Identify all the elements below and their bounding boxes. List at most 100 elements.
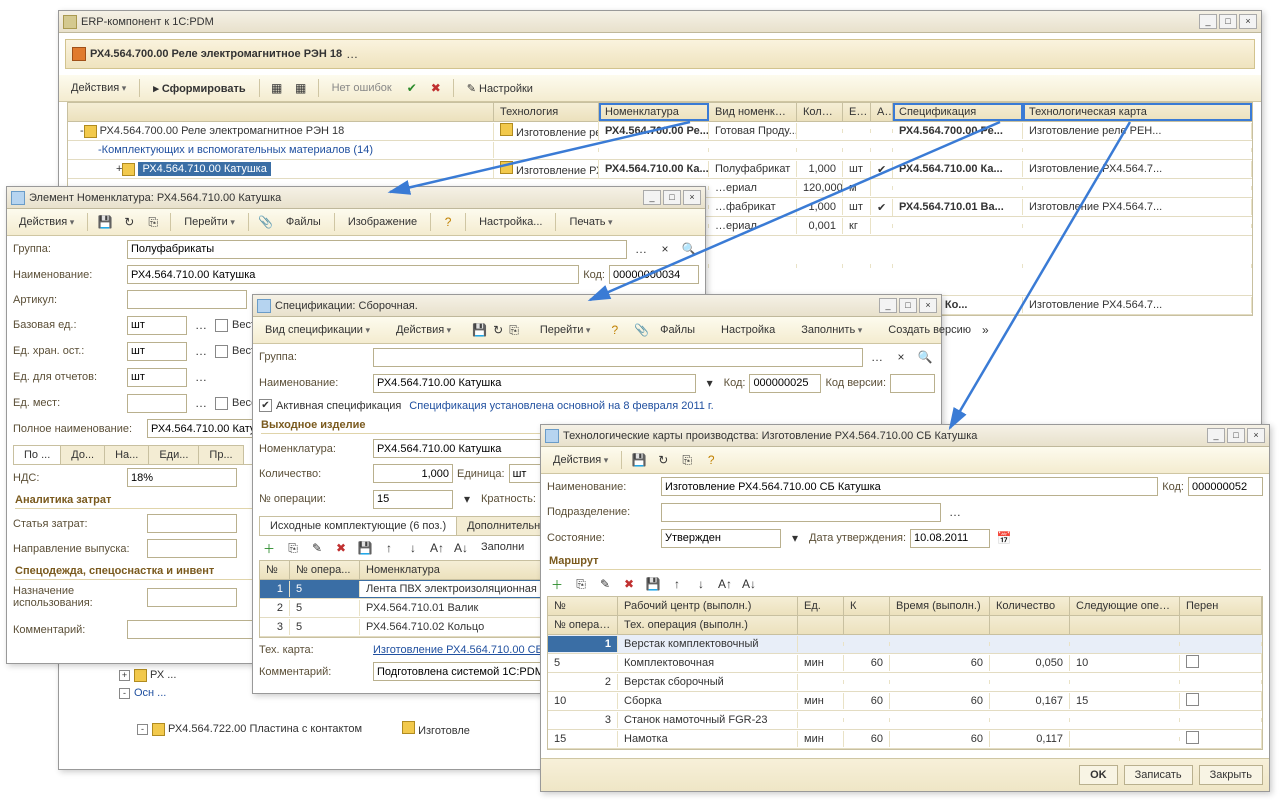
dd-button[interactable]: ▾ xyxy=(785,528,805,548)
refresh-icon[interactable]: ↻ xyxy=(653,450,673,470)
tab-extra[interactable]: Дополнительн xyxy=(456,516,551,535)
pick-button[interactable]: … xyxy=(945,502,965,522)
rep-field[interactable] xyxy=(127,368,187,387)
gh[interactable]: Рабочий центр (выполн.) xyxy=(618,597,798,615)
name-field[interactable] xyxy=(661,477,1158,496)
settings-button[interactable]: ✎ Настройки xyxy=(461,79,539,98)
magnifier-icon[interactable]: 🔍 xyxy=(679,239,699,259)
doc-more-button[interactable]: … xyxy=(342,44,362,64)
gh[interactable]: Ед. xyxy=(798,597,844,615)
magnifier-icon[interactable]: 🔍 xyxy=(915,347,935,367)
nom-titlebar[interactable]: Элемент Номенклатура: РХ4.564.710.00 Кат… xyxy=(7,187,705,209)
settings-button[interactable]: Настройка xyxy=(715,321,781,339)
down-icon[interactable]: ↓ xyxy=(691,574,711,594)
tab-5[interactable]: Пр... xyxy=(198,445,243,464)
actions-menu[interactable]: Действия xyxy=(390,321,457,339)
erp-titlebar[interactable]: ERP-компонент к 1С:PDM _ □ × xyxy=(59,11,1261,33)
code-field[interactable] xyxy=(1188,477,1263,496)
close-button[interactable]: × xyxy=(1239,14,1257,29)
up-icon[interactable]: ↑ xyxy=(667,574,687,594)
gh[interactable]: № операции xyxy=(548,616,618,634)
pick-button[interactable]: … xyxy=(867,347,887,367)
max-button[interactable]: □ xyxy=(663,190,681,205)
calendar-icon[interactable]: 📅 xyxy=(994,528,1014,548)
gh-qty[interactable]: Колич... xyxy=(797,103,843,121)
state-field[interactable] xyxy=(661,529,781,548)
addcopy-icon[interactable]: ⎘ xyxy=(283,538,303,558)
sort-asc-icon[interactable]: A↑ xyxy=(427,538,447,558)
art-field[interactable] xyxy=(127,290,247,309)
edit-icon[interactable]: ✎ xyxy=(307,538,327,558)
max-button[interactable]: □ xyxy=(1227,428,1245,443)
delete-icon[interactable]: ✖ xyxy=(331,538,351,558)
actions-menu[interactable]: Действия xyxy=(547,451,614,469)
tb-icon-1[interactable]: ▦ xyxy=(267,78,287,98)
refresh-icon[interactable]: ↻ xyxy=(492,320,504,340)
codever-field[interactable] xyxy=(890,374,935,393)
kind-menu[interactable]: Вид спецификации xyxy=(259,321,376,339)
close-button[interactable]: Закрыть xyxy=(1199,765,1263,785)
checkbox[interactable] xyxy=(215,319,228,332)
gh[interactable]: К xyxy=(844,597,890,615)
files-button[interactable]: Файлы xyxy=(654,321,701,339)
gh[interactable]: № xyxy=(260,561,290,579)
copy-icon[interactable]: ⎘ xyxy=(508,320,520,340)
tab-1[interactable]: По ... xyxy=(13,445,61,464)
gh[interactable]: Тех. операция (выполн.) xyxy=(618,616,798,634)
tab-3[interactable]: На... xyxy=(104,445,149,464)
ok-icon[interactable]: ✔ xyxy=(402,78,422,98)
sort-desc-icon[interactable]: A↓ xyxy=(739,574,759,594)
help-icon[interactable]: ? xyxy=(701,450,721,470)
name-field[interactable] xyxy=(127,265,579,284)
pick-button[interactable]: … xyxy=(191,393,211,413)
tab-4[interactable]: Еди... xyxy=(148,445,199,464)
table-row[interactable]: 3Станок намоточный FGR-23 xyxy=(548,711,1262,730)
close-button[interactable]: × xyxy=(919,298,937,313)
dep-field[interactable] xyxy=(661,503,941,522)
go-menu[interactable]: Перейти xyxy=(534,321,597,339)
pick-button[interactable]: … xyxy=(191,341,211,361)
clear-button[interactable]: × xyxy=(655,239,675,259)
min-button[interactable]: _ xyxy=(643,190,661,205)
group-field[interactable] xyxy=(127,240,627,259)
date-field[interactable] xyxy=(910,529,990,548)
gh[interactable]: Перен xyxy=(1180,597,1262,615)
table-row[interactable]: - РХ4.564.700.00 Реле электромагнитное Р… xyxy=(68,122,1252,141)
ok-button[interactable]: OK xyxy=(1079,765,1118,785)
save-icon[interactable]: 💾 xyxy=(471,320,488,340)
gh[interactable]: Количество xyxy=(990,597,1070,615)
code-field[interactable] xyxy=(749,374,821,393)
go-menu[interactable]: Перейти xyxy=(178,213,241,231)
gh-ed[interactable]: Ед... xyxy=(843,103,871,121)
nds-field[interactable] xyxy=(127,468,237,487)
gh[interactable]: № xyxy=(548,597,618,615)
gh-tech[interactable]: Технология xyxy=(494,103,599,121)
table-row[interactable]: 2Верстак сборочный xyxy=(548,673,1262,692)
dir-field[interactable] xyxy=(147,539,237,558)
checkbox[interactable] xyxy=(215,397,228,410)
naz-field[interactable] xyxy=(147,588,237,607)
img-button[interactable]: Изображение xyxy=(342,213,423,231)
table-row[interactable]: 10Сборкамин60600,16715 xyxy=(548,692,1262,711)
attach-icon[interactable]: 📎 xyxy=(633,320,650,340)
save-icon[interactable]: 💾 xyxy=(629,450,649,470)
addcopy-icon[interactable]: ⎘ xyxy=(571,574,591,594)
spec-titlebar[interactable]: Спецификации: Сборочная. _ □ × xyxy=(253,295,941,317)
up-icon[interactable]: ↑ xyxy=(379,538,399,558)
files-button[interactable]: Файлы xyxy=(280,213,327,231)
edit-icon[interactable]: ✎ xyxy=(595,574,615,594)
tk-titlebar[interactable]: Технологические карты производства: Изго… xyxy=(541,425,1269,447)
save-icon[interactable]: 💾 xyxy=(355,538,375,558)
pick-button[interactable]: … xyxy=(191,367,211,387)
min-button[interactable]: _ xyxy=(1207,428,1225,443)
table-row[interactable]: + РХ4.564.710.00 Катушка Изготовление РХ… xyxy=(68,160,1252,179)
form-button[interactable]: ▸ Сформировать xyxy=(147,79,251,98)
gh-a[interactable]: А... xyxy=(871,103,893,121)
refresh-icon[interactable]: ↻ xyxy=(119,212,139,232)
add-icon[interactable]: ＋ xyxy=(547,574,567,594)
min-button[interactable]: _ xyxy=(1199,14,1217,29)
table-row[interactable]: 5Комплектовочнаямин60600,05010 xyxy=(548,654,1262,673)
copy-icon[interactable]: ⎘ xyxy=(143,212,163,232)
table-row[interactable]: 15Намоткамин60600,117 xyxy=(548,730,1262,749)
help-icon[interactable]: ? xyxy=(438,212,458,232)
